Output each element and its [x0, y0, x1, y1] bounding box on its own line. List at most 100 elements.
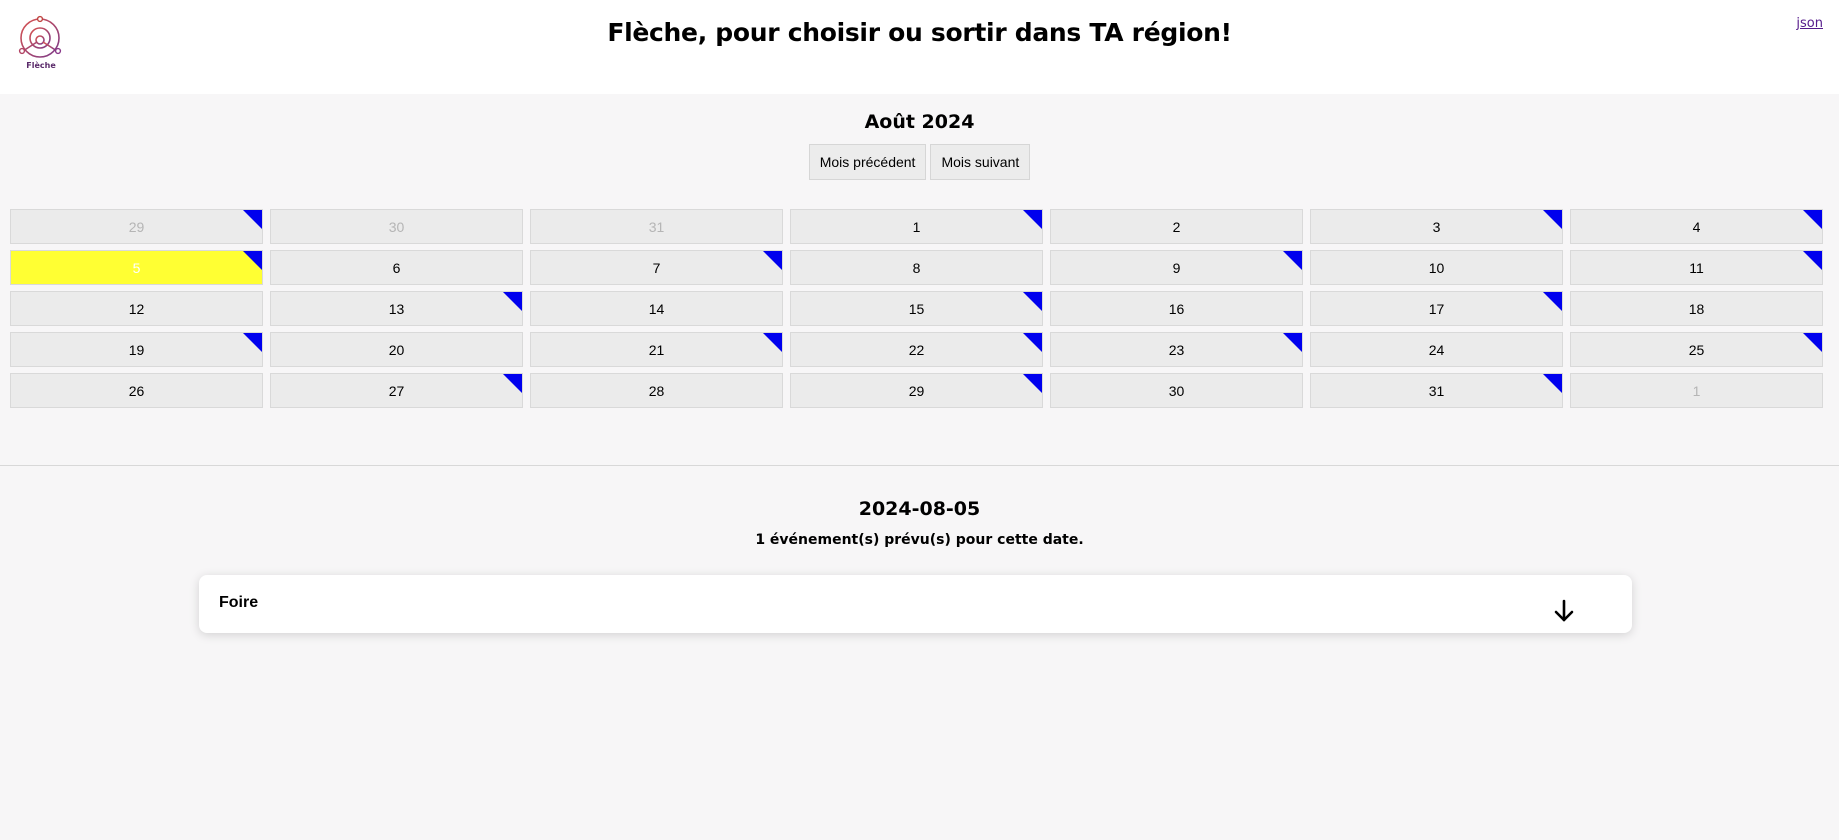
month-nav: Mois précédent Mois suivant [0, 144, 1839, 180]
calendar-day[interactable]: 10 [1310, 250, 1563, 285]
calendar-day-number: 31 [1428, 382, 1445, 399]
calendar-day-number: 27 [388, 382, 405, 399]
month-title: Août 2024 [864, 111, 975, 133]
header: Flèche Flèche, pour choisir ou sortir da… [0, 0, 1839, 94]
calendar-section: Août 2024 Mois précédent Mois suivant 29… [0, 94, 1839, 465]
event-marker-icon [1023, 292, 1042, 311]
calendar-day-number: 17 [1428, 300, 1445, 317]
event-marker-icon [1543, 210, 1562, 229]
calendar-day-number: 13 [388, 300, 405, 317]
selected-date-title: 2024-08-05 [858, 498, 981, 520]
calendar-day[interactable]: 21 [530, 332, 783, 367]
calendar-day-number: 4 [1692, 218, 1701, 235]
event-marker-icon [1023, 333, 1042, 352]
calendar-day-number: 14 [648, 300, 665, 317]
calendar-day-number: 16 [1168, 300, 1185, 317]
calendar-day-number: 30 [1168, 382, 1185, 399]
calendar-day-number: 7 [652, 259, 661, 276]
calendar-day-number: 1 [912, 218, 921, 235]
calendar-day[interactable]: 1 [1570, 373, 1823, 408]
calendar-day[interactable]: 22 [790, 332, 1043, 367]
calendar-grid: 29 30 31 1 2 3 4 5 6 7 8 9 10 11 12 13 14 15 16 17 18 19 20 21 2… [10, 209, 1823, 408]
calendar-day-number: 26 [128, 382, 145, 399]
calendar-day[interactable]: 30 [270, 209, 523, 244]
arrow-down-icon[interactable] [1553, 599, 1575, 623]
event-marker-icon [763, 333, 782, 352]
calendar-day[interactable]: 3 [1310, 209, 1563, 244]
calendar-day[interactable]: 13 [270, 291, 523, 326]
event-marker-icon [1023, 210, 1042, 229]
calendar-day[interactable]: 1 [790, 209, 1043, 244]
calendar-day[interactable]: 15 [790, 291, 1043, 326]
calendar-day-number: 18 [1688, 300, 1705, 317]
calendar-day-selected[interactable]: 5 [10, 250, 263, 285]
calendar-day[interactable]: 16 [1050, 291, 1303, 326]
calendar-day[interactable]: 29 [790, 373, 1043, 408]
event-card[interactable]: Foire [199, 575, 1632, 633]
calendar-day[interactable]: 14 [530, 291, 783, 326]
calendar-day-number: 25 [1688, 341, 1705, 358]
calendar-day[interactable]: 12 [10, 291, 263, 326]
calendar-day-number: 5 [132, 259, 141, 276]
calendar-day-number: 24 [1428, 341, 1445, 358]
calendar-day[interactable]: 8 [790, 250, 1043, 285]
event-marker-icon [503, 374, 522, 393]
calendar-day-number: 29 [908, 382, 925, 399]
calendar-day[interactable]: 26 [10, 373, 263, 408]
calendar-day-number: 8 [912, 259, 921, 276]
calendar-day[interactable]: 6 [270, 250, 523, 285]
calendar-day[interactable]: 17 [1310, 291, 1563, 326]
calendar-day[interactable]: 30 [1050, 373, 1303, 408]
calendar-day[interactable]: 31 [1310, 373, 1563, 408]
calendar-day-number: 29 [128, 218, 145, 235]
calendar-day[interactable]: 20 [270, 332, 523, 367]
event-marker-icon [1543, 292, 1562, 311]
event-marker-icon [503, 292, 522, 311]
calendar-day-number: 28 [648, 382, 665, 399]
calendar-day[interactable]: 2 [1050, 209, 1303, 244]
event-marker-icon [1803, 251, 1822, 270]
event-marker-icon [1283, 333, 1302, 352]
logo-text: Flèche [26, 61, 56, 70]
next-month-button[interactable]: Mois suivant [930, 144, 1031, 180]
calendar-day[interactable]: 11 [1570, 250, 1823, 285]
calendar-day-number: 15 [908, 300, 925, 317]
event-marker-icon [1803, 210, 1822, 229]
day-detail: 2024-08-05 1 événement(s) prévu(s) pour … [0, 466, 1839, 840]
event-marker-icon [1023, 374, 1042, 393]
calendar-day[interactable]: 19 [10, 332, 263, 367]
event-marker-icon [243, 333, 262, 352]
calendar-day[interactable]: 25 [1570, 332, 1823, 367]
calendar-day-number: 30 [388, 218, 405, 235]
calendar-day-number: 20 [388, 341, 405, 358]
event-marker-icon [1803, 333, 1822, 352]
calendar-day[interactable]: 18 [1570, 291, 1823, 326]
calendar-day[interactable]: 28 [530, 373, 783, 408]
json-link[interactable]: json [1796, 16, 1823, 31]
calendar-day[interactable]: 31 [530, 209, 783, 244]
calendar-day-number: 31 [648, 218, 665, 235]
event-marker-icon [243, 210, 262, 229]
calendar-day-number: 1 [1692, 382, 1701, 399]
calendar-day-number: 19 [128, 341, 145, 358]
previous-month-button[interactable]: Mois précédent [808, 144, 927, 180]
calendar-day[interactable]: 27 [270, 373, 523, 408]
calendar-day-number: 12 [128, 300, 145, 317]
event-marker-icon [763, 251, 782, 270]
calendar-day[interactable]: 24 [1310, 332, 1563, 367]
event-count-text: 1 événement(s) prévu(s) pour cette date. [755, 532, 1084, 548]
calendar-day-number: 2 [1172, 218, 1181, 235]
calendar-day[interactable]: 9 [1050, 250, 1303, 285]
calendar-day[interactable]: 23 [1050, 332, 1303, 367]
event-marker-icon [243, 251, 262, 270]
event-name: Foire [219, 594, 259, 611]
event-marker-icon [1543, 374, 1562, 393]
calendar-day-number: 3 [1432, 218, 1441, 235]
calendar-day[interactable]: 7 [530, 250, 783, 285]
calendar-day-number: 22 [908, 341, 925, 358]
event-marker-icon [1283, 251, 1302, 270]
calendar-day-number: 23 [1168, 341, 1185, 358]
calendar-day[interactable]: 4 [1570, 209, 1823, 244]
calendar-day-number: 10 [1428, 259, 1445, 276]
calendar-day[interactable]: 29 [10, 209, 263, 244]
